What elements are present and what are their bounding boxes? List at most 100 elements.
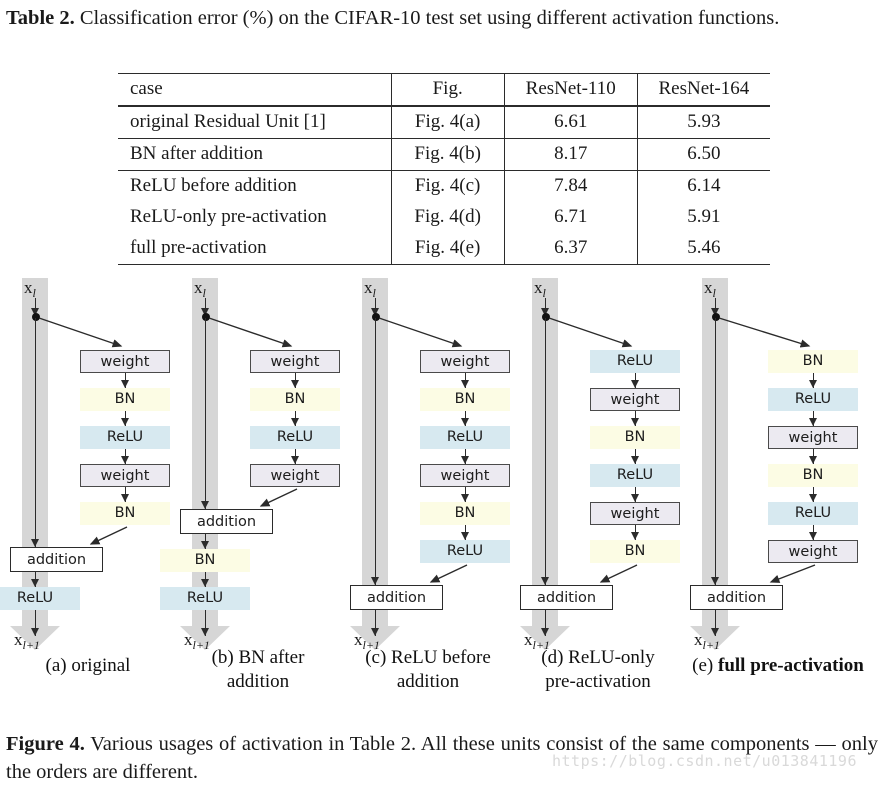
residual-op-weight: weight	[80, 464, 170, 487]
cell-case: original Residual Unit [1]	[118, 105, 392, 139]
watermark: https://blog.csdn.net/u013841196	[552, 752, 857, 770]
arrowhead-icon	[461, 418, 470, 426]
residual-op-relu: ReLU	[250, 426, 340, 449]
residual-op-bn: BN	[420, 388, 510, 411]
arrowhead-icon	[809, 418, 818, 426]
residual-op-weight: weight	[768, 426, 858, 449]
arrowhead-icon	[461, 494, 470, 502]
post-addition-op-relu: ReLU	[0, 587, 80, 610]
residual-op-relu: ReLU	[420, 540, 510, 563]
residual-op-bn: BN	[80, 502, 170, 525]
table-row: ReLU before addition Fig. 4(c) 7.84 6.14	[118, 170, 770, 202]
arrowhead-icon	[121, 418, 130, 426]
residual-unit-panel-b: xl xl+1 weight BN ReLU weight addition BN ReLU	[160, 276, 346, 666]
arrowhead-icon	[201, 628, 210, 636]
cell-resnet110: 7.84	[504, 170, 638, 202]
residual-op-relu: ReLU	[420, 426, 510, 449]
cell-resnet164: 5.91	[687, 206, 721, 227]
table-row: ReLU-only pre-activation Fig. 4(d) 6.71 …	[118, 202, 770, 233]
panel-caption-e: (e) full pre-activation	[670, 654, 886, 678]
addition-box: addition	[10, 547, 103, 572]
column-header-fig: Fig.	[391, 73, 505, 107]
residual-op-weight: weight	[590, 502, 680, 525]
table-row: full pre-activation Fig. 4(e) 6.37 5.46	[118, 233, 770, 265]
arrowhead-icon	[711, 628, 720, 636]
cell-case: BN after addition	[118, 138, 392, 171]
arrowhead-icon	[809, 532, 818, 540]
residual-op-bn: BN	[768, 350, 858, 373]
panel-caption-line1: (d) ReLU-only	[541, 647, 655, 668]
residual-op-bn: BN	[80, 388, 170, 411]
arrowhead-icon	[121, 494, 130, 502]
panel-caption-line1: (b) BN after	[211, 647, 305, 668]
cell-resnet164: 5.46	[637, 233, 770, 265]
addition-box: addition	[690, 585, 783, 610]
arrowhead-icon	[631, 380, 640, 388]
column-header-resnet110: ResNet-110	[504, 73, 638, 107]
table-header: case Fig. ResNet-110 ResNet-164	[118, 73, 770, 107]
column-header-resnet164: ResNet-164	[637, 73, 770, 107]
arrowhead-icon	[291, 456, 300, 464]
cell-fig: Fig. 4(a)	[391, 105, 505, 139]
table-row: BN after addition Fig. 4(b) 8.17 6.50	[118, 138, 770, 171]
arrowhead-icon	[631, 494, 640, 502]
results-table-container: case Fig. ResNet-110 ResNet-164 original…	[118, 73, 770, 265]
residual-op-relu: ReLU	[590, 350, 680, 373]
arrowhead-icon	[461, 532, 470, 540]
residual-op-weight: weight	[250, 464, 340, 487]
residual-op-relu: ReLU	[590, 464, 680, 487]
panel-caption-c: (c) ReLU before addition	[340, 646, 516, 694]
panel-caption-line2: pre-activation	[545, 671, 651, 692]
column-header-case: case	[118, 73, 392, 107]
arrowhead-icon	[461, 380, 470, 388]
addition-box: addition	[180, 509, 273, 534]
residual-unit-panel-a: xl xl+1 weight BN ReLU weight BN addition ReLU	[0, 276, 176, 666]
arrowhead-icon	[631, 418, 640, 426]
cell-resnet110: 6.71	[504, 202, 638, 233]
cell-fig: Fig. 4(c)	[391, 170, 505, 202]
cell-resnet164: 5.93	[637, 105, 770, 139]
arrowhead-icon	[809, 494, 818, 502]
table-caption: Table 2. Classification error (%) on the…	[6, 4, 878, 32]
panel-caption-b: (b) BN after addition	[170, 646, 346, 694]
residual-op-weight: weight	[590, 388, 680, 411]
cell-case: ReLU-only pre-activation	[118, 202, 392, 233]
arrowhead-icon	[31, 628, 40, 636]
cell-resnet164: 6.14	[687, 175, 721, 196]
table-header-row: case Fig. ResNet-110 ResNet-164	[118, 73, 770, 107]
arrowhead-icon	[631, 532, 640, 540]
panel-caption-text: full pre-activation	[718, 655, 864, 676]
table-row: original Residual Unit [1] Fig. 4(a) 6.6…	[118, 105, 770, 139]
residual-op-bn: BN	[590, 540, 680, 563]
cell-fig: Fig. 4(b)	[391, 138, 505, 171]
figure-caption-label: Figure 4.	[6, 733, 85, 755]
residual-op-bn: BN	[590, 426, 680, 449]
panel-caption-line1: (c) ReLU before	[365, 647, 491, 668]
residual-op-bn: BN	[250, 388, 340, 411]
post-addition-op-bn: BN	[160, 549, 250, 572]
cell-fig: Fig. 4(d)	[391, 202, 505, 233]
arrowhead-icon	[291, 380, 300, 388]
panel-caption-line2: addition	[226, 671, 290, 692]
cell-case: full pre-activation	[118, 233, 392, 265]
arrowhead-icon	[201, 541, 210, 549]
cell-resnet164: 6.50	[637, 138, 770, 171]
panel-caption-line2: addition	[396, 671, 460, 692]
addition-box: addition	[520, 585, 613, 610]
residual-op-relu: ReLU	[80, 426, 170, 449]
panel-caption-line1: (a) original	[45, 655, 131, 676]
arrowhead-icon	[461, 456, 470, 464]
arrowhead-icon	[631, 456, 640, 464]
arrowhead-icon	[121, 380, 130, 388]
cell-fig: Fig. 4(e)	[391, 233, 505, 265]
residual-op-weight: weight	[420, 464, 510, 487]
cell-case: ReLU before addition	[118, 170, 392, 202]
arrowhead-icon	[541, 628, 550, 636]
residual-unit-panel-d: xl xl+1 ReLU weight BN ReLU weight BN addition	[510, 276, 686, 666]
panel-caption-prefix: (e)	[692, 655, 718, 676]
arrowhead-icon	[371, 628, 380, 636]
panel-caption-d: (d) ReLU-only pre-activation	[510, 646, 686, 694]
arrowhead-icon	[31, 579, 40, 587]
panel-caption-a: (a) original	[0, 654, 176, 678]
residual-op-bn: BN	[768, 464, 858, 487]
